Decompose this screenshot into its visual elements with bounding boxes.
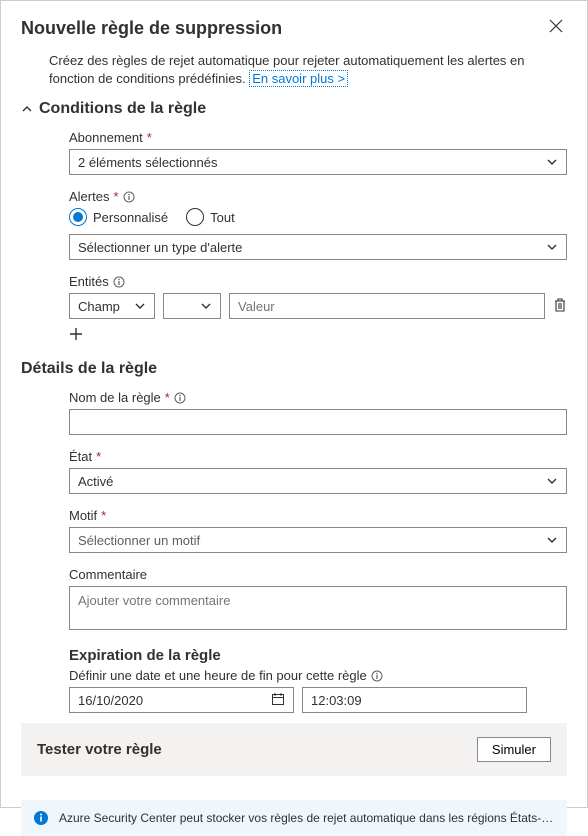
entity-operator-select[interactable] bbox=[163, 293, 221, 319]
notice-text: Azure Security Center peut stocker vos r… bbox=[59, 811, 555, 825]
info-icon[interactable] bbox=[371, 670, 383, 682]
description-text: Créez des règles de rejet automatique po… bbox=[21, 52, 567, 88]
chevron-down-icon bbox=[134, 300, 146, 312]
state-value: Activé bbox=[78, 474, 113, 489]
radio-icon bbox=[186, 208, 204, 226]
comment-textarea[interactable] bbox=[69, 586, 567, 630]
radio-icon-selected bbox=[69, 208, 87, 226]
entity-value-field[interactable] bbox=[238, 294, 536, 318]
rule-name-label: Nom de la règle bbox=[69, 390, 161, 405]
entity-field-value: Champ bbox=[78, 299, 120, 314]
test-rule-title: Tester votre règle bbox=[37, 741, 162, 758]
alerts-label: Alertes bbox=[69, 189, 109, 204]
expiration-time-input[interactable]: 12:03:09 bbox=[302, 687, 527, 713]
rule-name-field[interactable] bbox=[78, 410, 558, 434]
entity-value-input[interactable] bbox=[229, 293, 545, 319]
required-marker: * bbox=[96, 449, 101, 464]
chevron-down-icon bbox=[546, 241, 558, 253]
close-icon bbox=[549, 19, 563, 33]
reason-select[interactable]: Sélectionner un motif bbox=[69, 527, 567, 553]
chevron-up-icon bbox=[21, 103, 33, 115]
alert-type-placeholder: Sélectionner un type d'alerte bbox=[78, 240, 242, 255]
rule-name-input[interactable] bbox=[69, 409, 567, 435]
chevron-down-icon bbox=[546, 475, 558, 487]
learn-more-link[interactable]: En savoir plus > bbox=[249, 70, 348, 87]
simulate-button[interactable]: Simuler bbox=[477, 737, 551, 762]
radio-custom-label: Personnalisé bbox=[93, 210, 168, 225]
info-icon[interactable] bbox=[113, 276, 125, 288]
reason-placeholder: Sélectionner un motif bbox=[78, 533, 200, 548]
expiration-date-value: 16/10/2020 bbox=[78, 693, 143, 708]
state-select[interactable]: Activé bbox=[69, 468, 567, 494]
add-entity-button[interactable] bbox=[69, 325, 83, 346]
required-marker: * bbox=[113, 189, 118, 204]
radio-custom[interactable]: Personnalisé bbox=[69, 208, 168, 226]
close-button[interactable] bbox=[545, 15, 567, 42]
chevron-down-icon bbox=[546, 534, 558, 546]
page-title: Nouvelle règle de suppression bbox=[21, 18, 282, 39]
expiration-title: Expiration de la règle bbox=[69, 647, 567, 664]
delete-entity-button[interactable] bbox=[553, 297, 567, 316]
subscription-label: Abonnement bbox=[69, 130, 143, 145]
radio-all-label: Tout bbox=[210, 210, 235, 225]
details-title: Détails de la règle bbox=[21, 360, 157, 378]
reason-label: Motif bbox=[69, 508, 97, 523]
entities-label: Entités bbox=[69, 274, 109, 289]
required-marker: * bbox=[147, 130, 152, 145]
conditions-section-header[interactable]: Conditions de la règle bbox=[21, 100, 567, 118]
info-icon[interactable] bbox=[123, 191, 135, 203]
comment-label: Commentaire bbox=[69, 567, 147, 582]
radio-all[interactable]: Tout bbox=[186, 208, 235, 226]
storage-notice: Azure Security Center peut stocker vos r… bbox=[21, 800, 567, 836]
subscription-select[interactable]: 2 éléments sélectionnés bbox=[69, 149, 567, 175]
chevron-down-icon bbox=[546, 156, 558, 168]
expiration-subtitle: Définir une date et une heure de fin pou… bbox=[69, 668, 367, 683]
calendar-icon bbox=[271, 692, 285, 709]
test-rule-bar: Tester votre règle Simuler bbox=[21, 723, 567, 776]
info-icon[interactable] bbox=[174, 392, 186, 404]
conditions-title: Conditions de la règle bbox=[39, 100, 206, 118]
trash-icon bbox=[553, 297, 567, 313]
alert-type-select[interactable]: Sélectionner un type d'alerte bbox=[69, 234, 567, 260]
required-marker: * bbox=[165, 390, 170, 405]
expiration-date-input[interactable]: 16/10/2020 bbox=[69, 687, 294, 713]
entity-field-select[interactable]: Champ bbox=[69, 293, 155, 319]
expiration-time-value: 12:03:09 bbox=[311, 693, 362, 708]
chevron-down-icon bbox=[200, 300, 212, 312]
info-icon bbox=[33, 810, 49, 826]
subscription-value: 2 éléments sélectionnés bbox=[78, 155, 217, 170]
required-marker: * bbox=[101, 508, 106, 523]
state-label: État bbox=[69, 449, 92, 464]
plus-icon bbox=[69, 327, 83, 341]
